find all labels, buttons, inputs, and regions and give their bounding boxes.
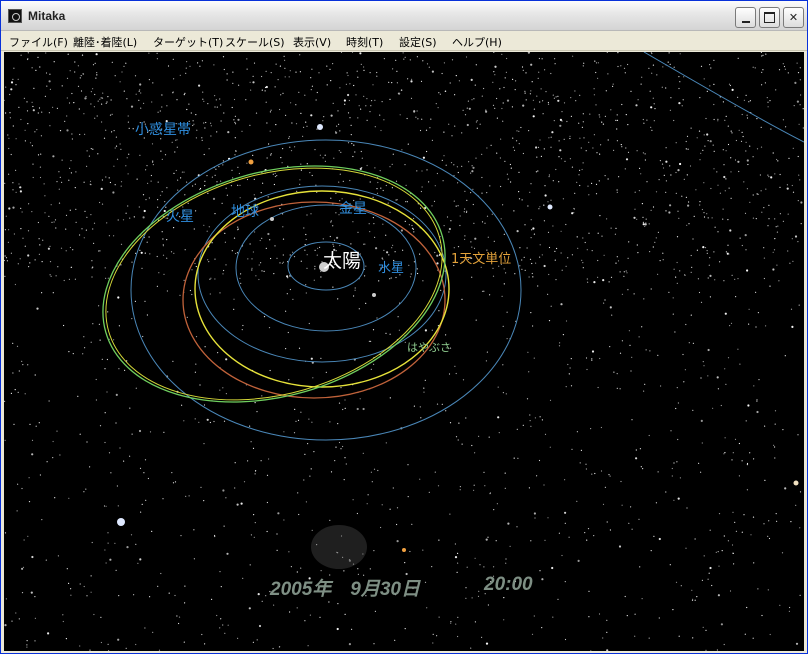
space-view[interactable]: 小惑星帯 火星 地球 金星 太陽 水星 1天文単位 はやぶさ 2005年 9月3… xyxy=(4,52,804,651)
bright-star xyxy=(402,548,406,552)
label-earth[interactable]: 地球 xyxy=(231,201,259,221)
window-title: Mitaka xyxy=(28,9,66,23)
menu-view[interactable]: 表示(V) xyxy=(293,34,331,50)
maximize-button[interactable] xyxy=(759,7,780,28)
menu-settings[interactable]: 設定(S) xyxy=(399,34,437,50)
menu-takeoff-landing[interactable]: 離陸･着陸(L) xyxy=(73,34,137,50)
label-hayabusa[interactable]: はやぶさ xyxy=(407,339,451,355)
label-mercury[interactable]: 水星 xyxy=(378,257,404,276)
close-button[interactable]: ✕ xyxy=(783,7,804,28)
time-display: 20:00 xyxy=(484,574,533,595)
label-venus[interactable]: 金星 xyxy=(339,198,367,218)
label-mars[interactable]: 火星 xyxy=(166,206,194,226)
menu-target[interactable]: ターゲット(T) xyxy=(153,34,223,50)
label-asteroid-belt: 小惑星帯 xyxy=(135,122,191,138)
label-sun[interactable]: 太陽 xyxy=(323,246,361,273)
menu-time[interactable]: 時刻(T) xyxy=(346,34,383,50)
menu-file[interactable]: ファイル(F) xyxy=(9,34,68,50)
label-au-marker: 1天文単位 xyxy=(451,252,512,267)
menu-bar: ファイル(F) 離陸･着陸(L) ターゲット(T) スケール(S) 表示(V) … xyxy=(1,31,807,51)
bright-star xyxy=(793,480,799,486)
bright-star xyxy=(248,159,254,165)
menu-help[interactable]: ヘルプ(H) xyxy=(452,34,502,50)
mitaka-window: Mitaka ✕ ファイル(F) 離陸･着陸(L) ターゲット(T) スケール(… xyxy=(0,0,808,654)
bright-star xyxy=(547,204,553,210)
nebula-glow xyxy=(311,525,367,569)
date-display: 2005年 9月30日 xyxy=(270,579,420,600)
title-bar[interactable]: Mitaka ✕ xyxy=(1,1,807,31)
mercury-marker xyxy=(372,293,376,297)
sky-canvas xyxy=(4,52,804,651)
minimize-button[interactable] xyxy=(735,7,756,28)
bright-star xyxy=(317,124,323,130)
mitaka-app-icon xyxy=(8,9,22,23)
bright-star xyxy=(117,518,125,526)
earth-marker xyxy=(270,217,274,221)
menu-scale[interactable]: スケール(S) xyxy=(225,34,285,50)
